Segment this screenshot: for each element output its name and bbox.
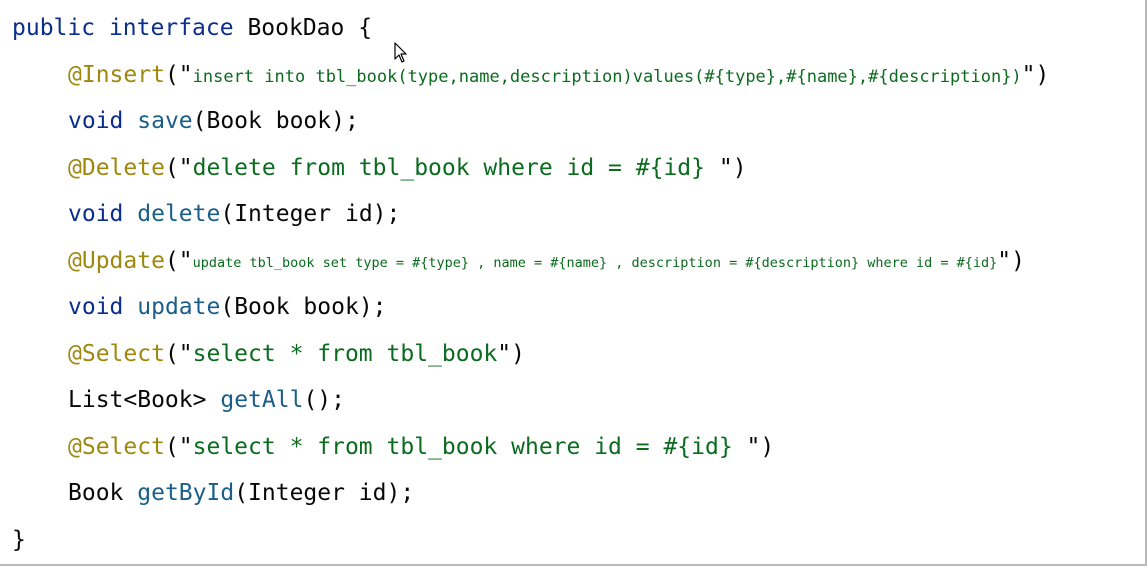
interface-name: BookDao — [247, 15, 345, 41]
sql-update-string: update tbl_book set type = #{type} , nam… — [192, 255, 998, 271]
code-line-11: Book getById(Integer id); — [68, 473, 414, 513]
method-update: update — [137, 294, 221, 320]
method-params: (Book book); — [220, 294, 387, 320]
return-type: void — [68, 108, 124, 134]
method-delete: delete — [137, 201, 221, 227]
open-brace: { — [358, 15, 373, 41]
code-line-4: @Delete("delete from tbl_book where id =… — [68, 148, 747, 188]
keyword-public: public — [12, 15, 96, 41]
code-line-8: @Select("select * from tbl_book") — [68, 334, 525, 374]
sql-delete-string: delete from tbl_book where id = #{id} — [192, 155, 719, 181]
string-close: ") — [1021, 62, 1050, 88]
string-close: ") — [718, 155, 747, 181]
code-line-5: void delete(Integer id); — [68, 194, 400, 234]
code-line-1: public interface BookDao { — [12, 8, 372, 48]
method-get-by-id: getById — [137, 480, 235, 506]
annotation-insert: @Insert — [68, 62, 165, 88]
return-type: List<Book> — [68, 387, 207, 413]
return-type: void — [68, 201, 124, 227]
code-line-7: void update(Book book); — [68, 287, 387, 327]
sql-insert-string: insert into tbl_book(type,name,descripti… — [192, 67, 1022, 87]
string-open: (" — [164, 248, 193, 274]
string-close: ") — [497, 341, 525, 367]
method-save: save — [137, 108, 193, 134]
annotation-select: @Select — [68, 341, 165, 367]
keyword-interface: interface — [108, 15, 234, 41]
annotation-update: @Update — [68, 248, 165, 274]
string-open: (" — [164, 62, 193, 88]
string-open: (" — [164, 341, 193, 367]
sql-select-all-string: select * from tbl_book — [192, 341, 498, 367]
string-open: (" — [164, 434, 193, 460]
annotation-delete: @Delete — [68, 155, 165, 181]
return-type: Book — [68, 480, 124, 506]
method-get-all: getAll — [220, 387, 304, 413]
code-line-10: @Select("select * from tbl_book where id… — [68, 427, 774, 467]
method-params: (Integer id); — [234, 480, 415, 506]
code-line-6: @Update("update tbl_book set type = #{ty… — [68, 241, 1025, 281]
code-line-12: } — [12, 520, 26, 560]
mouse-pointer-icon — [394, 42, 407, 63]
annotation-select: @Select — [68, 434, 165, 460]
method-params: (); — [303, 387, 345, 413]
string-close: ") — [746, 434, 775, 460]
method-params: (Book book); — [192, 108, 359, 134]
code-line-3: void save(Book book); — [68, 101, 359, 141]
close-brace: } — [12, 527, 26, 553]
string-close: ") — [997, 248, 1025, 274]
return-type: void — [68, 294, 124, 320]
string-open: (" — [164, 155, 193, 181]
method-params: (Integer id); — [220, 201, 401, 227]
code-line-2: @Insert("insert into tbl_book(type,name,… — [68, 55, 1049, 95]
sql-select-by-id-string: select * from tbl_book where id = #{id} — [192, 434, 747, 460]
code-editor[interactable]: public interface BookDao { @Insert("inse… — [0, 0, 1147, 566]
code-line-9: List<Book> getAll(); — [68, 380, 345, 420]
